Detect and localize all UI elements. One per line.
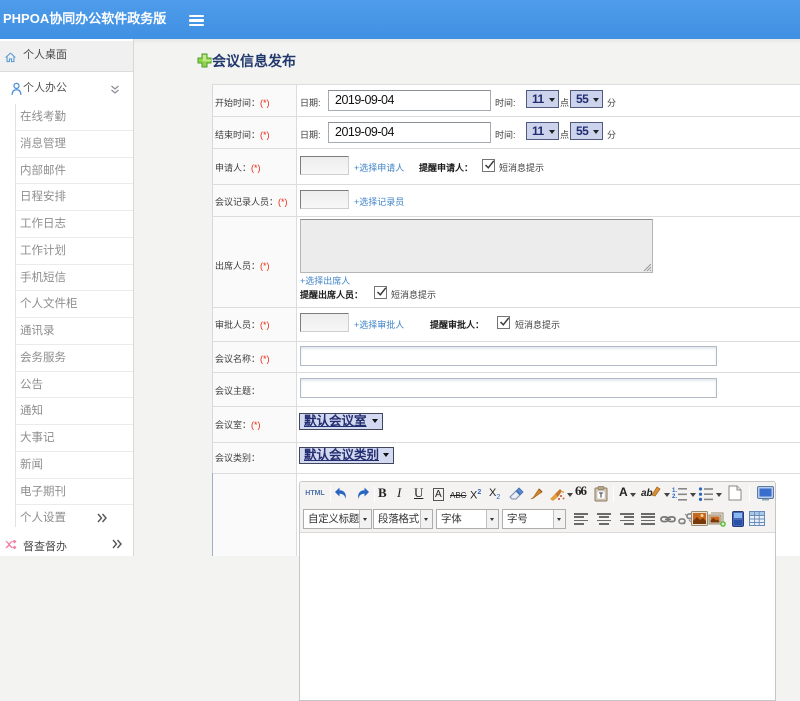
svg-text:T: T bbox=[599, 493, 604, 500]
svg-text:2.: 2. bbox=[672, 494, 677, 500]
